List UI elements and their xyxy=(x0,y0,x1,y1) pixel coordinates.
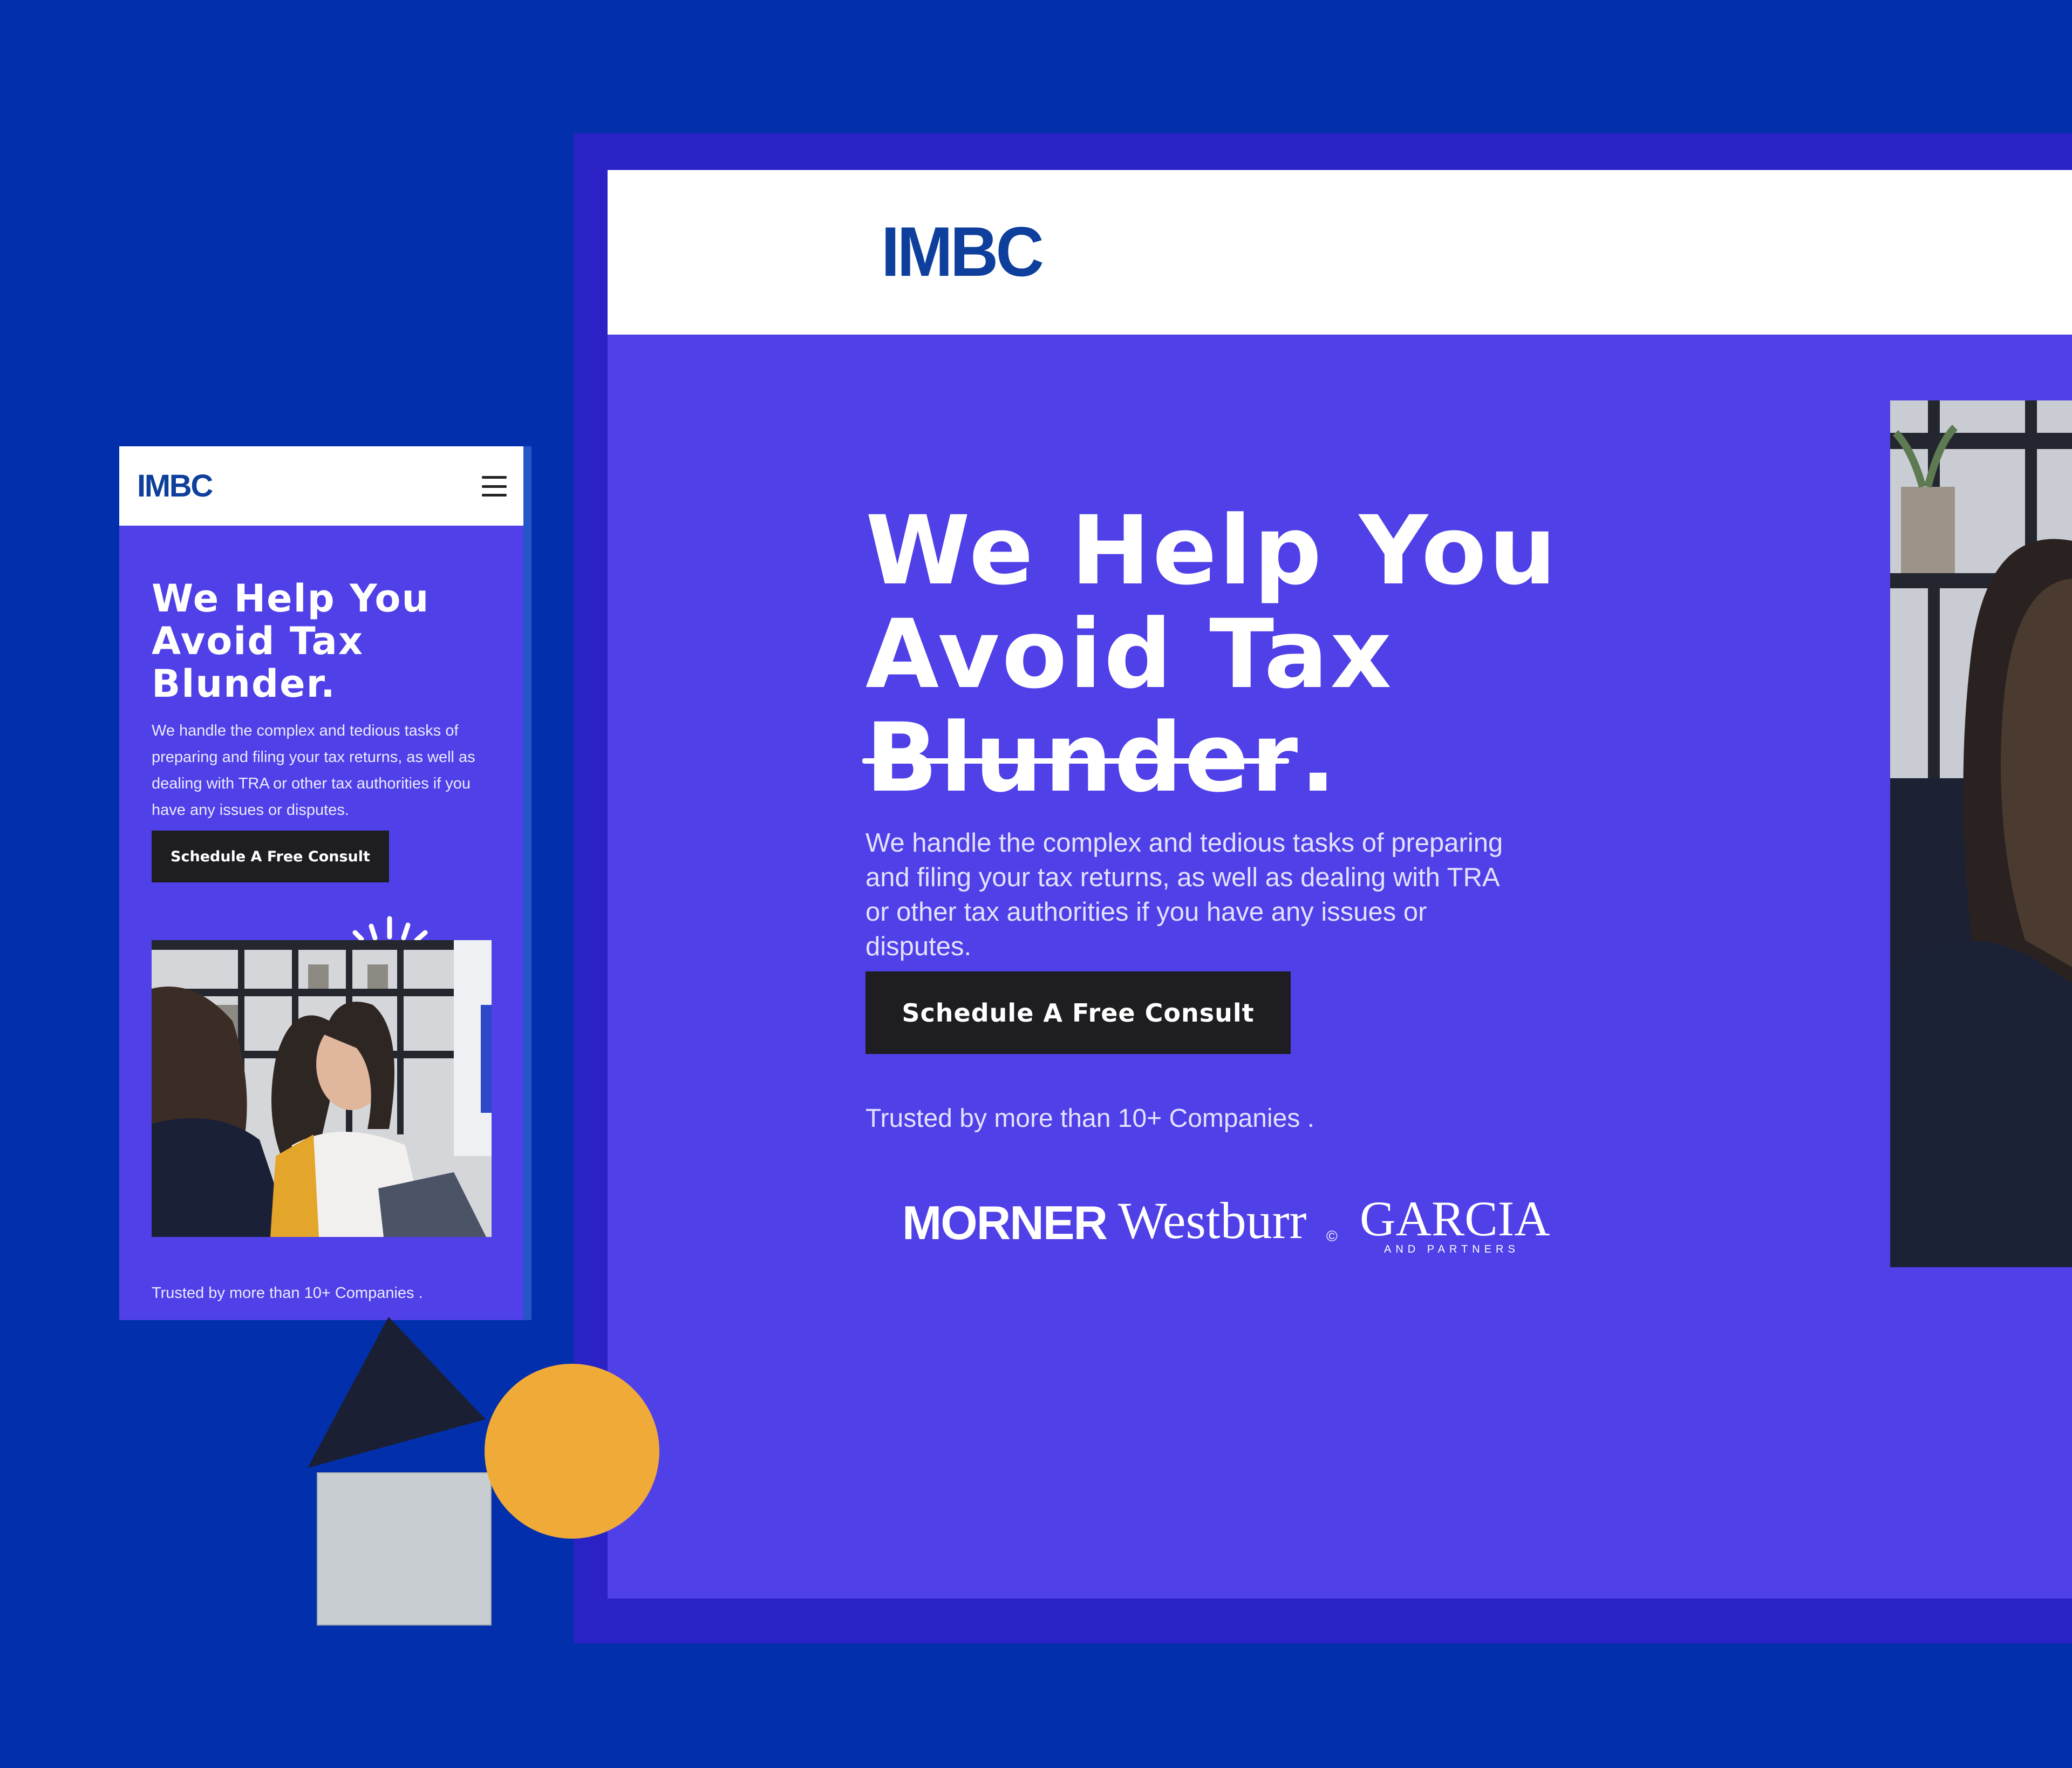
title-period: . xyxy=(1300,703,1339,813)
mobile-hero-photo xyxy=(152,940,492,1237)
mobile-frame-edge xyxy=(523,446,531,1320)
partner-logo-morner: MORNER xyxy=(902,1196,1108,1249)
mobile-hero-title-line3: Blunder. xyxy=(152,662,336,706)
sparkle-icon xyxy=(352,916,428,943)
desktop-hero-title-line1: We Help You xyxy=(865,495,1559,606)
triangle-shape xyxy=(308,1317,486,1468)
hamburger-line xyxy=(482,494,507,497)
hamburger-icon[interactable] xyxy=(482,476,507,497)
mobile-hero-title-line1: We Help You xyxy=(152,576,430,621)
schedule-consult-button[interactable]: Schedule A Free Consult xyxy=(865,971,1291,1054)
mobile-hero-photo-illustration xyxy=(152,940,492,1237)
mobile-hero-title: We Help You Avoid Tax Blunder. xyxy=(152,577,497,705)
desktop-logo[interactable]: IMBC xyxy=(881,217,1044,287)
desktop-hero-title-line3: Blunder. xyxy=(862,703,1621,813)
square-shape xyxy=(317,1472,492,1626)
copyright-icon: © xyxy=(1326,1228,1338,1245)
hero-photo xyxy=(1890,400,2072,1267)
mobile-hero-subtitle: We handle the complex and tedious tasks … xyxy=(152,722,475,819)
trusted-by-text: Trusted by more than 10+ Companies . xyxy=(865,1104,1314,1133)
hamburger-line xyxy=(482,476,507,479)
desktop-hero-title: We Help You Avoid Tax Blunder. xyxy=(862,495,1621,813)
desktop-hero-subtitle: We handle the complex and tedious tasks … xyxy=(865,828,1503,961)
partner-logo-garcia: GARCIA xyxy=(1360,1191,1550,1246)
mobile-schedule-consult-button[interactable]: Schedule A Free Consult xyxy=(152,831,389,882)
partner-logo-garcia-subtitle: AND PARTNERS xyxy=(1384,1243,1519,1255)
hamburger-line xyxy=(482,485,507,488)
strikethrough-word: Blunder xyxy=(862,703,1300,813)
mobile-hero-title-line2: Avoid Tax xyxy=(152,619,364,663)
hero-photo-illustration xyxy=(1890,400,2072,1267)
desktop-header xyxy=(608,170,2072,335)
partner-logo-westburr: Westburr xyxy=(1118,1192,1307,1249)
circle-shape xyxy=(485,1364,659,1539)
mobile-logo[interactable]: IMBC xyxy=(137,471,213,502)
desktop-hero-title-line2: Avoid Tax xyxy=(865,599,1394,710)
mobile-trusted-by-text: Trusted by more than 10+ Companies . xyxy=(152,1284,423,1302)
